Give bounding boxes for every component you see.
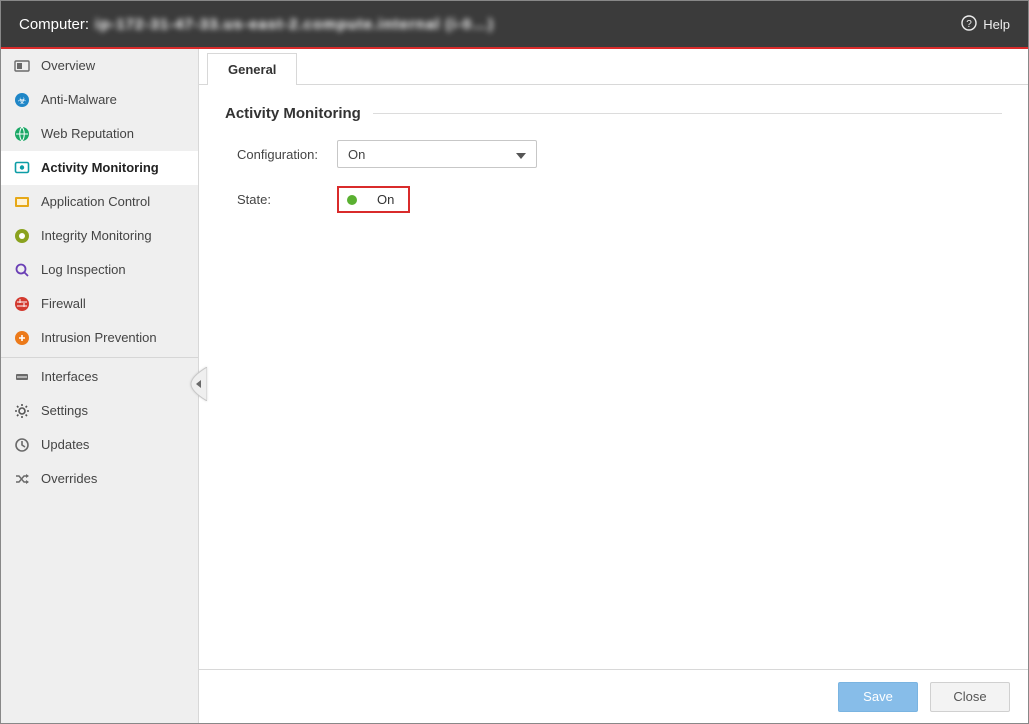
configuration-label: Configuration: — [237, 147, 337, 162]
globe-icon — [13, 125, 31, 143]
svg-text:?: ? — [966, 19, 972, 30]
help-label: Help — [983, 17, 1010, 32]
sidebar-collapse-handle[interactable] — [189, 367, 207, 401]
state-indicator: On — [337, 186, 410, 213]
sidebar: Overview ☣ Anti-Malware Web Reputation A… — [1, 49, 199, 723]
state-dot-icon — [347, 195, 357, 205]
sidebar-item-label: Integrity Monitoring — [41, 228, 152, 243]
footer: Save Close — [199, 669, 1028, 723]
state-row: State: On — [237, 186, 1002, 213]
sidebar-item-label: Web Reputation — [41, 126, 134, 141]
shuffle-icon — [13, 470, 31, 488]
updates-icon — [13, 436, 31, 454]
gear-icon — [13, 402, 31, 420]
state-label: State: — [237, 192, 337, 207]
sidebar-item-label: Updates — [41, 437, 89, 452]
chevron-down-icon — [516, 147, 526, 162]
sidebar-item-label: Intrusion Prevention — [41, 330, 157, 345]
sidebar-item-webreputation[interactable]: Web Reputation — [1, 117, 198, 151]
sidebar-item-overview[interactable]: Overview — [1, 49, 198, 83]
sidebar-item-antimalware[interactable]: ☣ Anti-Malware — [1, 83, 198, 117]
svg-text:☣: ☣ — [18, 96, 27, 107]
sidebar-item-firewall[interactable]: Firewall — [1, 287, 198, 321]
sidebar-separator — [1, 357, 198, 358]
close-button[interactable]: Close — [930, 682, 1010, 712]
sidebar-item-activity-monitoring[interactable]: Activity Monitoring — [1, 151, 198, 185]
biohazard-icon: ☣ — [13, 91, 31, 109]
firewall-icon — [13, 295, 31, 313]
sidebar-item-updates[interactable]: Updates — [1, 428, 198, 462]
sidebar-item-overrides[interactable]: Overrides — [1, 462, 198, 496]
configuration-dropdown[interactable]: On — [337, 140, 537, 168]
help-icon: ? — [961, 15, 983, 34]
interfaces-icon — [13, 368, 31, 386]
save-button[interactable]: Save — [838, 682, 918, 712]
sidebar-item-label: Firewall — [41, 296, 86, 311]
sidebar-item-label: Interfaces — [41, 369, 98, 384]
configuration-value: On — [348, 147, 365, 162]
sidebar-item-label: Activity Monitoring — [41, 160, 159, 175]
tab-general[interactable]: General — [207, 53, 297, 85]
sidebar-item-label: Settings — [41, 403, 88, 418]
sidebar-item-intrusion-prevention[interactable]: Intrusion Prevention — [1, 321, 198, 355]
content-area: Activity Monitoring Configuration: On St… — [199, 85, 1028, 669]
section-title-text: Activity Monitoring — [225, 105, 361, 122]
help-link[interactable]: ? Help — [961, 15, 1010, 34]
overview-icon — [13, 57, 31, 75]
configuration-row: Configuration: On — [237, 140, 1002, 168]
sidebar-item-label: Overview — [41, 58, 95, 73]
sidebar-item-integrity-monitoring[interactable]: Integrity Monitoring — [1, 219, 198, 253]
sidebar-item-label: Log Inspection — [41, 262, 126, 277]
sidebar-item-label: Anti-Malware — [41, 92, 117, 107]
tabbar: General — [199, 49, 1028, 85]
sidebar-item-log-inspection[interactable]: Log Inspection — [1, 253, 198, 287]
save-button-label: Save — [863, 689, 893, 704]
titlebar-label: Computer: — [19, 16, 89, 33]
section-title: Activity Monitoring — [225, 105, 1002, 122]
computer-editor-window: Computer: ip-172-31-47-33.us-east-2.comp… — [0, 0, 1029, 724]
sidebar-item-settings[interactable]: Settings — [1, 394, 198, 428]
magnifier-icon — [13, 261, 31, 279]
close-button-label: Close — [953, 689, 986, 704]
sidebar-item-application-control[interactable]: Application Control — [1, 185, 198, 219]
app-icon — [13, 193, 31, 211]
ips-icon — [13, 329, 31, 347]
sidebar-item-label: Overrides — [41, 471, 97, 486]
state-value: On — [377, 192, 394, 207]
titlebar-computer-name: ip-172-31-47-33.us-east-2.compute.intern… — [95, 16, 494, 33]
tab-label: General — [228, 62, 276, 77]
integrity-icon — [13, 227, 31, 245]
titlebar: Computer: ip-172-31-47-33.us-east-2.comp… — [1, 1, 1028, 49]
section-rule — [373, 113, 1002, 114]
sidebar-item-label: Application Control — [41, 194, 150, 209]
sidebar-item-interfaces[interactable]: Interfaces — [1, 360, 198, 394]
monitor-icon — [13, 159, 31, 177]
main-panel: General Activity Monitoring Configuratio… — [199, 49, 1028, 723]
